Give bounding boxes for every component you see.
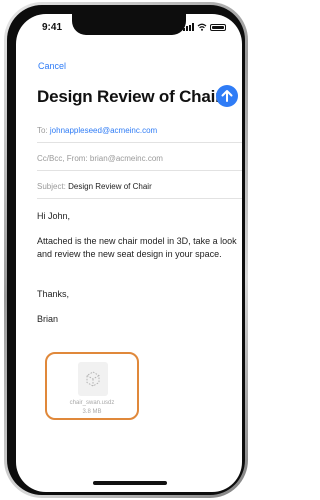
notch <box>72 14 186 35</box>
from-address: brian@acmeinc.com <box>89 154 163 163</box>
attachment-file-size: 3.8 MB <box>82 409 102 415</box>
body-paragraph[interactable]: Attached is the new chair model in 3D, t… <box>37 235 237 261</box>
body-greeting[interactable]: Hi John, <box>37 210 237 223</box>
subject-input[interactable]: Design Review of Chair <box>68 182 152 191</box>
to-label: To: <box>37 126 48 135</box>
battery-icon <box>210 23 226 31</box>
attachment-tile[interactable]: chair_swan.usdz 3.8 MB <box>45 352 139 420</box>
status-time: 9:41 <box>42 22 63 33</box>
ar-cube-icon <box>86 371 100 387</box>
cancel-button[interactable]: Cancel <box>38 61 66 71</box>
arrow-up-icon <box>221 90 233 102</box>
subject-field[interactable]: Subject: Design Review of Chair <box>37 176 242 199</box>
compose-title: Design Review of Chair <box>37 87 222 106</box>
send-button[interactable] <box>216 85 238 107</box>
mail-compose-screen: 9:41 Cancel Design Review of Chair To: j… <box>16 14 242 492</box>
body-closing[interactable]: Thanks, <box>37 288 237 301</box>
home-indicator[interactable] <box>93 481 167 485</box>
body-signature[interactable]: Brian <box>37 313 237 326</box>
cc-bcc-from-field[interactable]: Cc/Bcc, From: brian@acmeinc.com <box>37 148 242 171</box>
cc-from-label: Cc/Bcc, From: <box>37 154 88 163</box>
attachment-thumbnail <box>78 362 108 396</box>
signal-icon <box>183 23 194 31</box>
wifi-icon <box>197 23 207 31</box>
status-icons <box>183 23 226 31</box>
iphone-frame: 9:41 Cancel Design Review of Chair To: j… <box>4 2 248 498</box>
attachment-file-name: chair_swan.usdz <box>69 400 115 406</box>
subject-label: Subject: <box>37 182 66 191</box>
to-recipient[interactable]: johnappleseed@acmeinc.com <box>50 126 157 135</box>
to-field[interactable]: To: johnappleseed@acmeinc.com <box>37 120 242 143</box>
phone-bezel: 9:41 Cancel Design Review of Chair To: j… <box>7 5 245 495</box>
